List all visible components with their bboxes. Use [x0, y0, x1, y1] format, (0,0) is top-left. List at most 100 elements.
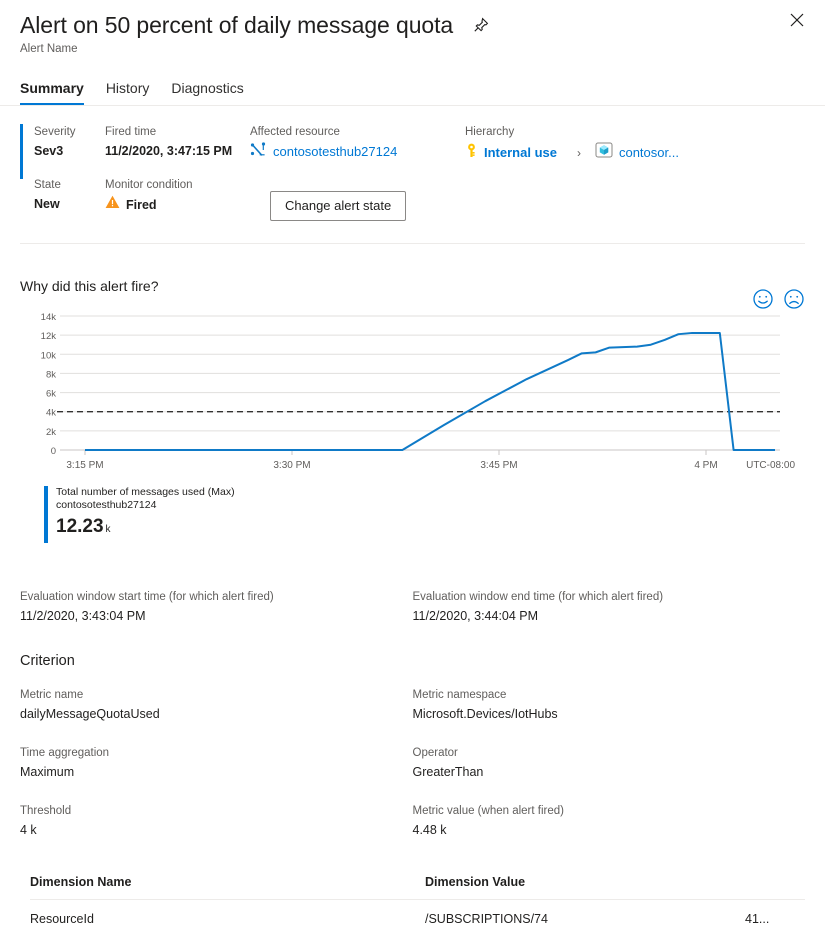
key-icon: [465, 143, 478, 163]
legend-color-swatch: [44, 486, 48, 543]
svg-text:6k: 6k: [46, 389, 56, 400]
hierarchy-field: Hierarchy Internal use ›: [465, 124, 805, 163]
threshold-field: Threshold 4 k: [20, 803, 413, 839]
time-aggregation-label: Time aggregation: [20, 745, 413, 761]
chevron-right-icon: ›: [563, 146, 589, 160]
severity-field: Severity Sev3: [20, 124, 105, 163]
svg-text:3:45 PM: 3:45 PM: [480, 460, 517, 471]
svg-text:2k: 2k: [46, 427, 56, 438]
column-header-extra: [745, 875, 805, 889]
affected-resource-value: contosotesthub27124: [273, 143, 397, 161]
severity-label: Severity: [34, 124, 105, 140]
evaluation-start-col: Evaluation window start time (for which …: [20, 589, 413, 647]
tab-bar: Summary History Diagnostics: [0, 79, 825, 105]
hierarchy-item-internal-use[interactable]: Internal use: [484, 145, 557, 160]
metric-value-field: Metric value (when alert fired) 4.48 k: [413, 803, 806, 839]
state-field: State New: [20, 177, 105, 213]
time-aggregation-field: Time aggregation Maximum: [20, 745, 413, 781]
svg-text:3:15 PM: 3:15 PM: [66, 460, 103, 471]
monitor-condition-field: Monitor condition Fired: [105, 177, 270, 214]
metric-namespace-value: Microsoft.Devices/IotHubs: [413, 705, 806, 723]
affected-resource-link[interactable]: contosotesthub27124: [250, 142, 465, 162]
svg-text:8k: 8k: [46, 369, 56, 380]
title-row: Alert on 50 percent of daily message quo…: [20, 10, 805, 40]
resource-group-icon: [595, 142, 613, 163]
summary-row-2: State New Monitor condition Fired Change…: [20, 177, 805, 221]
affected-resource-label: Affected resource: [250, 124, 465, 140]
evaluation-end-field: Evaluation window end time (for which al…: [413, 589, 806, 625]
metric-value-value: 4.48 k: [413, 821, 806, 839]
pin-icon[interactable]: [471, 15, 491, 35]
operator-value: GreaterThan: [413, 763, 806, 781]
iot-hub-icon: [250, 142, 267, 162]
svg-text:12k: 12k: [41, 331, 57, 342]
smiley-happy-icon[interactable]: [752, 288, 774, 310]
time-aggregation-value: Maximum: [20, 763, 413, 781]
affected-resource-field: Affected resource contosotesthub27124: [250, 124, 465, 163]
column-header-dimension-value: Dimension Value: [425, 875, 745, 889]
monitor-condition-value: Fired: [126, 196, 157, 214]
criterion-col-left: Metric name dailyMessageQuotaUsed Time a…: [20, 687, 413, 861]
svg-text:4 PM: 4 PM: [694, 460, 717, 471]
tab-history[interactable]: History: [106, 79, 150, 105]
fired-time-field: Fired time 11/2/2020, 3:47:15 PM: [105, 124, 250, 163]
legend-resource-name: contosotesthub27124: [56, 499, 235, 512]
column-header-dimension-name: Dimension Name: [30, 875, 425, 889]
svg-text:10k: 10k: [41, 350, 57, 361]
chart-legend: Total number of messages used (Max) cont…: [44, 486, 805, 543]
evaluation-start-field: Evaluation window start time (for which …: [20, 589, 413, 625]
change-alert-state-button[interactable]: Change alert state: [270, 191, 406, 221]
svg-text:UTC-08:00: UTC-08:00: [746, 460, 795, 471]
feedback-icons: [752, 288, 805, 310]
state-label: State: [34, 177, 105, 193]
smiley-sad-icon[interactable]: [783, 288, 805, 310]
operator-field: Operator GreaterThan: [413, 745, 806, 781]
change-alert-state-wrap: Change alert state: [270, 177, 406, 221]
table-row[interactable]: ResourceId /SUBSCRIPTIONS/74 41...: [30, 900, 805, 926]
criterion-heading: Criterion: [20, 653, 805, 669]
warning-triangle-icon: [105, 195, 120, 214]
cell-dimension-name: ResourceId: [30, 912, 425, 926]
evaluation-end-label: Evaluation window end time (for which al…: [413, 589, 806, 605]
fired-time-label: Fired time: [105, 124, 250, 140]
fired-time-value: 11/2/2020, 3:47:15 PM: [105, 142, 250, 160]
alert-summary: Severity Sev3 Fired time 11/2/2020, 3:47…: [0, 106, 825, 221]
threshold-label: Threshold: [20, 803, 413, 819]
chart-section: Why did this alert fire? 02k4k6k8k10k12k…: [0, 278, 825, 543]
metric-name-value: dailyMessageQuotaUsed: [20, 705, 413, 723]
evaluation-end-value: 11/2/2020, 3:44:04 PM: [413, 607, 806, 625]
hierarchy-row: Internal use › contosor...: [465, 142, 805, 163]
cell-dimension-extra: 41...: [745, 912, 805, 926]
dimensions-header-row: Dimension Name Dimension Value: [30, 875, 805, 899]
page-header: Alert on 50 percent of daily message quo…: [0, 0, 825, 55]
hierarchy-item-contoso[interactable]: contosor...: [619, 145, 679, 160]
dimensions-table: Dimension Name Dimension Value ResourceI…: [0, 875, 825, 926]
svg-text:3:30 PM: 3:30 PM: [273, 460, 310, 471]
criterion-grid: Metric name dailyMessageQuotaUsed Time a…: [20, 687, 805, 861]
evaluation-start-value: 11/2/2020, 3:43:04 PM: [20, 607, 413, 625]
criterion-col-right: Metric namespace Microsoft.Devices/IotHu…: [413, 687, 806, 861]
tab-summary[interactable]: Summary: [20, 79, 84, 105]
tab-diagnostics[interactable]: Diagnostics: [171, 79, 243, 105]
legend-series-name: Total number of messages used (Max): [56, 486, 235, 499]
page-title: Alert on 50 percent of daily message quo…: [20, 10, 453, 40]
svg-text:0: 0: [51, 446, 56, 457]
monitor-condition-label: Monitor condition: [105, 177, 270, 193]
severity-accent-bar: [20, 124, 23, 179]
summary-divider: [20, 243, 805, 244]
evaluation-grid: Evaluation window start time (for which …: [20, 589, 805, 647]
metric-chart[interactable]: 02k4k6k8k10k12k14k3:15 PM3:30 PM3:45 PM4…: [20, 308, 805, 478]
cell-dimension-value: /SUBSCRIPTIONS/74: [425, 912, 745, 926]
chart-question: Why did this alert fire?: [20, 278, 805, 294]
operator-label: Operator: [413, 745, 806, 761]
chart-svg: 02k4k6k8k10k12k14k3:15 PM3:30 PM3:45 PM4…: [20, 308, 805, 478]
metric-name-field: Metric name dailyMessageQuotaUsed: [20, 687, 413, 723]
hierarchy-label: Hierarchy: [465, 124, 805, 140]
metric-value-label: Metric value (when alert fired): [413, 803, 806, 819]
close-icon[interactable]: [783, 6, 811, 34]
evaluation-start-label: Evaluation window start time (for which …: [20, 589, 413, 605]
legend-value-unit: k: [106, 524, 111, 535]
evaluation-end-col: Evaluation window end time (for which al…: [413, 589, 806, 647]
metric-namespace-field: Metric namespace Microsoft.Devices/IotHu…: [413, 687, 806, 723]
svg-text:14k: 14k: [41, 312, 57, 323]
